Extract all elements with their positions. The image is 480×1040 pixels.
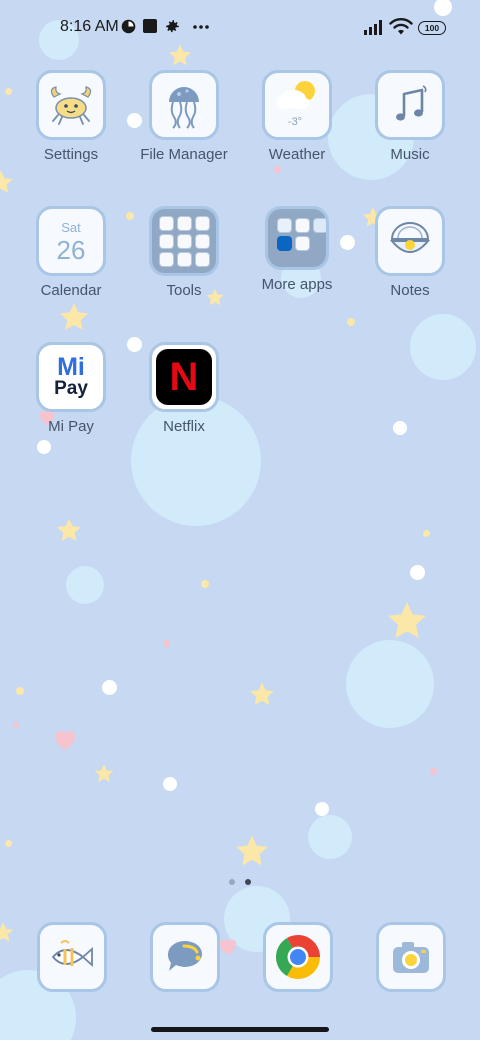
app-label: Weather bbox=[268, 146, 326, 163]
page-indicator-dot-active[interactable] bbox=[245, 879, 251, 885]
mini-app-icon bbox=[194, 233, 210, 249]
app-label: File Manager bbox=[140, 146, 228, 163]
mi-pay-icon: Mi Pay bbox=[36, 342, 106, 412]
app-label: More apps bbox=[261, 276, 333, 293]
camera-icon bbox=[376, 922, 446, 992]
wifi-icon bbox=[389, 18, 413, 35]
folder-more-apps[interactable]: More apps bbox=[242, 206, 352, 293]
calendar-date: 26 bbox=[56, 235, 86, 265]
more-notifications-icon bbox=[193, 25, 209, 29]
app-label: Tools bbox=[166, 282, 202, 299]
app-label: Calendar bbox=[40, 282, 102, 299]
netflix-logo-bg: N bbox=[156, 349, 212, 405]
jellyfish-icon bbox=[149, 70, 219, 140]
folder-icon bbox=[265, 206, 329, 270]
app-calendar[interactable]: Sat 26 Calendar bbox=[16, 206, 126, 299]
status-bar: 8:16 AM 100 bbox=[0, 0, 480, 56]
screen-record-icon bbox=[143, 19, 157, 33]
calendar-day: Sat bbox=[61, 220, 81, 235]
dock-app-camera[interactable] bbox=[376, 922, 446, 992]
dock-app-fish[interactable] bbox=[37, 922, 107, 992]
calendar-icon: Sat 26 bbox=[36, 206, 106, 276]
mini-app-icon bbox=[295, 236, 310, 251]
pearl-shell-icon bbox=[375, 206, 445, 276]
app-music[interactable]: Music bbox=[355, 70, 465, 163]
weather-temperature: -3° bbox=[288, 116, 302, 128]
app-label: Netflix bbox=[163, 418, 205, 435]
weather-sun-cloud-icon: -3° bbox=[262, 70, 332, 140]
netflix-icon: N bbox=[149, 342, 219, 412]
app-file-manager[interactable]: File Manager bbox=[129, 70, 239, 163]
fish-icon bbox=[37, 922, 107, 992]
mi-pay-logo-bottom: Pay bbox=[54, 378, 88, 399]
app-settings[interactable]: Settings bbox=[16, 70, 126, 163]
data-saver-icon bbox=[121, 19, 136, 34]
mini-app-icon bbox=[158, 233, 174, 249]
app-label: Notes bbox=[390, 282, 430, 299]
mini-app-icon bbox=[158, 215, 174, 231]
app-netflix[interactable]: N Netflix bbox=[129, 342, 239, 435]
mini-app-icon bbox=[158, 251, 174, 267]
linkedin-mini-icon bbox=[277, 236, 292, 251]
mini-app-icon bbox=[176, 215, 192, 231]
folder-icon bbox=[149, 206, 219, 276]
mini-app-icon bbox=[194, 215, 210, 231]
chat-bubble-icon bbox=[150, 922, 220, 992]
mini-app-icon bbox=[313, 218, 326, 233]
app-label: Settings bbox=[43, 146, 99, 163]
app-label: Music bbox=[390, 146, 430, 163]
mini-app-icon bbox=[277, 218, 292, 233]
app-mi-pay[interactable]: Mi Pay Mi Pay bbox=[16, 342, 126, 435]
page-indicator-dot[interactable] bbox=[229, 879, 235, 885]
mini-app-icon bbox=[176, 233, 192, 249]
music-note-icon bbox=[375, 70, 445, 140]
mini-app-icon bbox=[295, 218, 310, 233]
signal-icon bbox=[364, 20, 382, 35]
home-gesture-bar[interactable] bbox=[151, 1027, 329, 1032]
status-time: 8:16 AM bbox=[60, 18, 119, 35]
chrome-icon bbox=[263, 922, 333, 992]
gear-icon bbox=[166, 20, 179, 33]
mini-app-icon bbox=[176, 251, 192, 267]
dock-app-messages[interactable] bbox=[150, 922, 220, 992]
app-notes[interactable]: Notes bbox=[355, 206, 465, 299]
battery-indicator: 100 bbox=[418, 21, 446, 35]
app-weather[interactable]: -3° Weather bbox=[242, 70, 352, 163]
folder-tools[interactable]: Tools bbox=[129, 206, 239, 299]
crab-icon bbox=[36, 70, 106, 140]
mini-app-icon bbox=[194, 251, 210, 267]
mi-pay-logo-top: Mi bbox=[57, 353, 85, 381]
app-label: Mi Pay bbox=[48, 418, 94, 435]
netflix-logo: N bbox=[169, 355, 199, 399]
dock-app-chrome[interactable] bbox=[263, 922, 333, 992]
